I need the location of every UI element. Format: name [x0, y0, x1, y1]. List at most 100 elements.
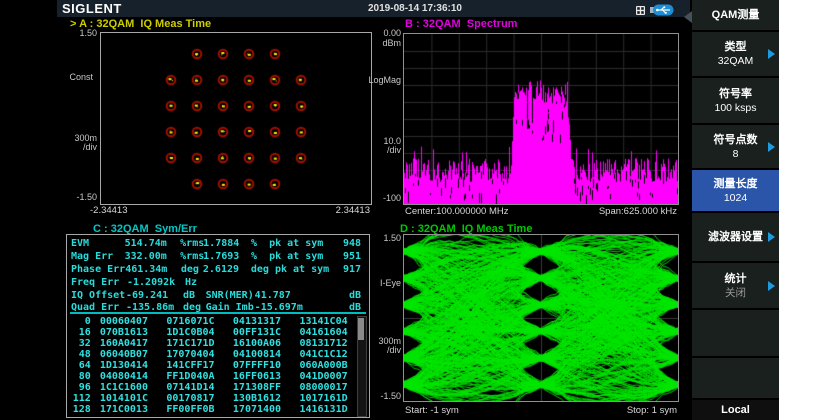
measurement-results: EVM514.74m%rms1.7884% pk at sym948Mag Er… — [67, 238, 369, 315]
hex-word: 1017161D — [299, 393, 357, 404]
result-cell: % pk at sym — [251, 251, 343, 264]
d-start-label: Start: -1 sym — [405, 405, 459, 416]
hex-word: 1416131D — [299, 404, 357, 415]
constellation-canvas — [101, 33, 371, 204]
a-x-max-label: 2.34413 — [246, 205, 370, 216]
table-separator — [70, 312, 366, 314]
hex-word: 08000017 — [299, 382, 357, 393]
result-cell: Phase Err — [67, 264, 125, 277]
d-scale-unit-label: /div — [357, 346, 401, 355]
hex-word: 1C1C1600 — [100, 382, 158, 393]
instrument-screen: SIGLENT 2019-08-14 17:36:10 > A : 32QAM … — [0, 0, 840, 420]
hex-offset: 128 — [67, 404, 91, 415]
b-ref-unit-label: dBm — [357, 39, 401, 48]
hex-word: 1D130414 — [100, 360, 158, 371]
hex-word: 130B1612 — [233, 393, 291, 404]
softkey-1[interactable]: 类型32QAM — [692, 32, 779, 76]
result-cell: %rms — [180, 238, 203, 251]
softkey-2[interactable]: 符号率100 ksps — [692, 78, 779, 123]
result-row: Mag Err332.00m%rms1.7693% pk at sym951 — [67, 251, 369, 264]
b-span-label: Span:625.000 kHz — [553, 206, 677, 217]
hex-row: 4806040B071707040404100814041C1C12 — [67, 349, 357, 360]
softkey-3[interactable]: 符号点数8 — [692, 125, 779, 168]
hex-word: 160A0417 — [100, 338, 158, 349]
a-y-min-label: -1.50 — [53, 193, 97, 202]
siglent-logo: SIGLENT — [62, 1, 122, 16]
hex-word: 041D0007 — [299, 371, 357, 382]
hex-offset: 48 — [67, 349, 91, 360]
result-cell: %rms — [180, 251, 203, 264]
hex-word: 16100A06 — [233, 338, 291, 349]
hex-offset: 112 — [67, 393, 91, 404]
hex-word: 060A000B — [299, 360, 357, 371]
hex-word: 1014101C — [100, 393, 158, 404]
hex-word: 08131712 — [299, 338, 357, 349]
result-cell: % pk at sym — [251, 238, 343, 251]
b-y-min-label: -100 — [357, 194, 401, 203]
result-cell: Hz — [185, 277, 208, 290]
softkey-value: 8 — [733, 148, 739, 160]
hex-row: 641D130414141CFF1707FFFF10060A000B — [67, 360, 357, 371]
b-trace-format-label: LogMag — [357, 76, 401, 85]
storage-icon — [635, 3, 646, 21]
result-cell: dB — [183, 290, 206, 303]
chevron-right-icon — [768, 232, 775, 242]
menu-collapse-icon[interactable] — [684, 11, 692, 23]
constellation-plot — [100, 32, 372, 205]
result-cell: deg pk at sym — [251, 264, 343, 277]
a-scale-unit-label: /div — [53, 143, 97, 152]
hex-row: 1121014101C00170817130B16121017161D — [67, 393, 357, 404]
hex-word: 04100814 — [233, 349, 291, 360]
hex-word: FF00FF0B — [166, 404, 224, 415]
result-cell: 1.7693 — [203, 251, 251, 264]
result-cell: 461.34m — [125, 264, 181, 277]
top-status-bar: SIGLENT 2019-08-14 17:36:10 — [57, 0, 690, 17]
result-cell: 41.787 — [255, 290, 349, 303]
hex-word: 00FF131C — [233, 327, 291, 338]
result-cell: 2.6129 — [203, 264, 251, 277]
result-row: IQ Offset-69.241dBSNR(MER)41.787dB — [67, 290, 369, 303]
hex-word: 04131317 — [233, 316, 291, 327]
hex-word: 041C1C12 — [299, 349, 357, 360]
hex-row: 0000604070716071C0413131713141C04 — [67, 316, 357, 327]
hex-row: 32 160A0417 171C171D 16100A06 08131712 — [67, 338, 357, 349]
a-y-max-label: 1.50 — [53, 29, 97, 38]
softkey-label: 符号点数 — [714, 134, 758, 147]
chevron-right-icon — [768, 49, 775, 59]
eye-diagram-plot — [403, 234, 679, 402]
softkey-4[interactable]: 测量长度1024 — [692, 170, 779, 211]
hex-offset: 80 — [67, 371, 91, 382]
b-ref-level-label: 0.00 — [357, 29, 401, 38]
softkey-6[interactable]: 统计关闭 — [692, 263, 779, 308]
result-cell: 1.7884 — [203, 238, 251, 251]
hex-offset: 32 — [67, 338, 91, 349]
softkey-5[interactable]: 滤波器设置 — [692, 213, 779, 261]
softkey-label: 符号率 — [719, 88, 752, 101]
hex-word: 06040B07 — [100, 349, 158, 360]
hex-offset: 64 — [67, 360, 91, 371]
softkey-value: 关闭 — [725, 287, 746, 299]
softkey-menu: QAM测量 类型32QAM符号率100 ksps符号点数8测量长度1024滤波器… — [692, 0, 779, 420]
softkey-label: 测量长度 — [714, 178, 758, 191]
hex-offset: 96 — [67, 382, 91, 393]
local-status-label: Local — [692, 400, 779, 420]
hex-word: 00060407 — [100, 316, 158, 327]
d-trace-format-label: I-Eye — [357, 279, 401, 288]
scrollbar[interactable] — [357, 316, 367, 417]
eye-diagram-canvas — [404, 235, 678, 401]
usb-icon — [650, 3, 674, 21]
result-cell: 917 — [343, 264, 369, 277]
page-background-margin — [779, 0, 840, 420]
hex-row: 8004080414FF1D040A16FF0613041D0007 — [67, 371, 357, 382]
result-cell: deg — [181, 264, 203, 277]
symbol-hex-dump: 0000604070716071C0413131713141C0416070B1… — [67, 316, 357, 414]
softkey-blank — [692, 358, 779, 398]
hex-word: 171C0013 — [100, 404, 158, 415]
hex-word: FF1D040A — [166, 371, 224, 382]
result-row: EVM514.74m%rms1.7884% pk at sym948 — [67, 238, 369, 251]
chevron-right-icon — [768, 142, 775, 152]
result-cell: 951 — [343, 251, 369, 264]
hex-word: 07141D14 — [166, 382, 224, 393]
d-y-min-label: -1.50 — [357, 392, 401, 401]
hex-word: 171C171D — [166, 338, 224, 349]
